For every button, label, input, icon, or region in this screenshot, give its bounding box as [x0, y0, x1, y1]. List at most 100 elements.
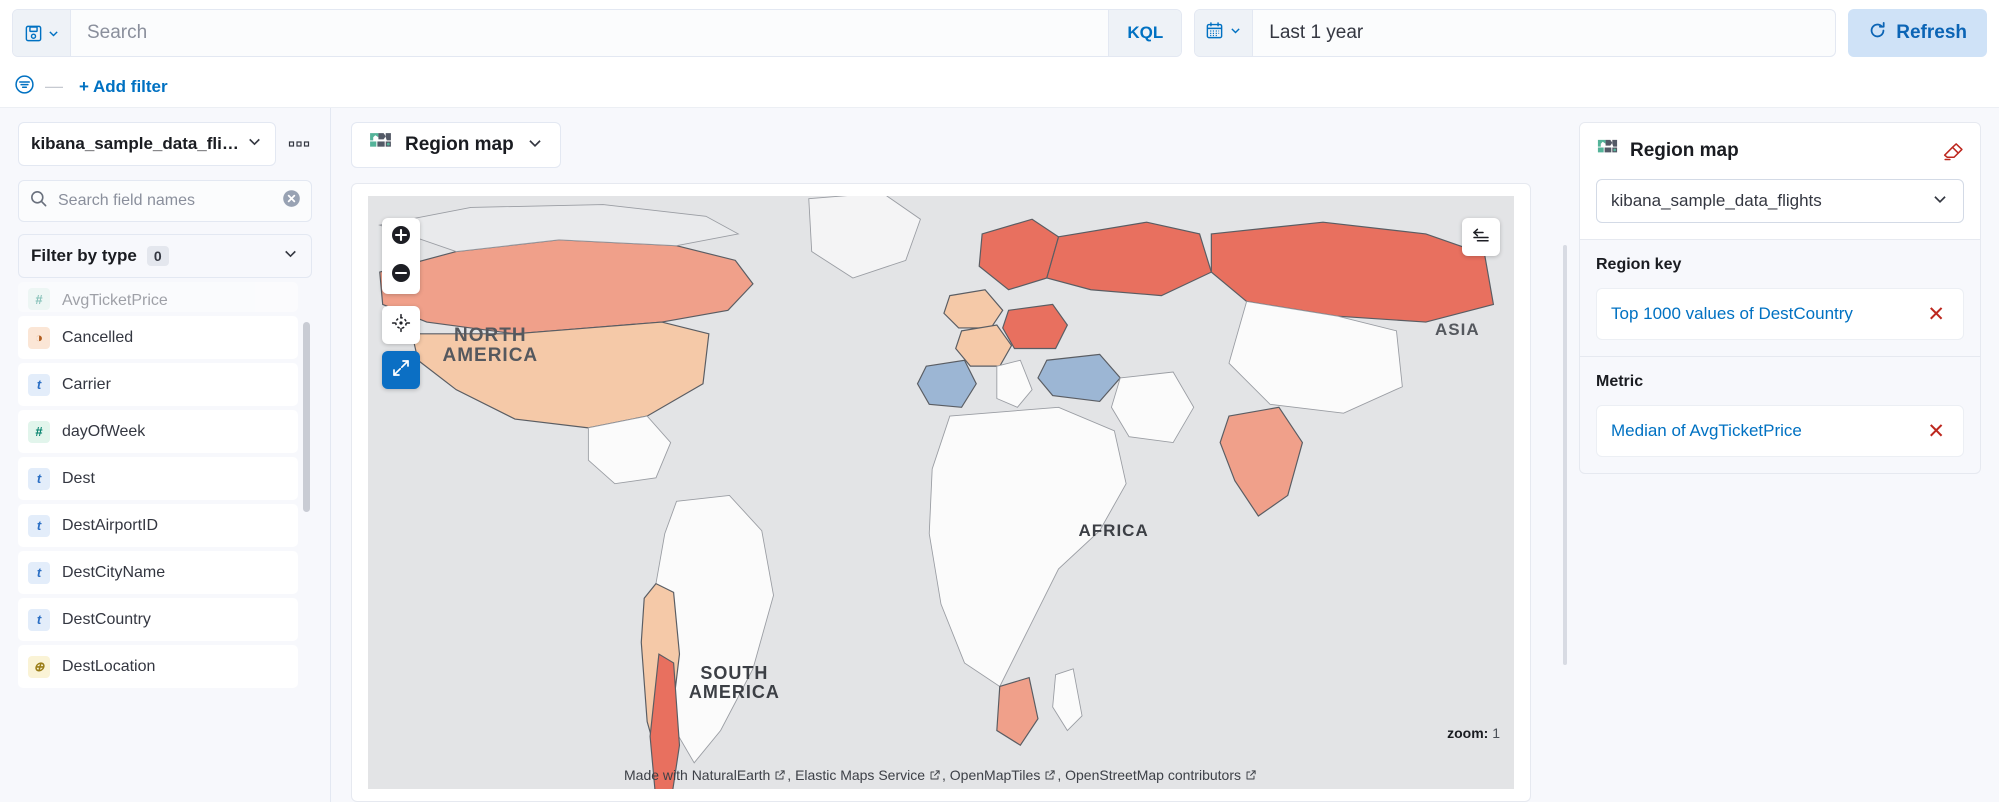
index-pattern-selector[interactable]: kibana_sample_data_flights — [18, 122, 276, 166]
region-germany-poland[interactable] — [1003, 304, 1068, 348]
field-type-number-icon: # — [28, 288, 50, 310]
config-card: Region map kibana_sample_data_flights — [1579, 122, 1981, 474]
filter-separator: — — [45, 76, 63, 97]
filter-bar: — + Add filter — [0, 66, 1999, 108]
locate-me-button[interactable] — [382, 306, 420, 344]
query-language-badge[interactable]: KQL — [1108, 10, 1181, 56]
region-map-icon — [1596, 137, 1619, 165]
chevron-down-icon — [1931, 190, 1949, 213]
chevron-down-icon — [282, 245, 299, 267]
add-filter-button[interactable]: + Add filter — [79, 77, 168, 97]
config-section: Metric Median of AvgTicketPrice✕ — [1580, 357, 1980, 473]
crosshair-icon — [390, 312, 412, 339]
search-icon — [29, 189, 48, 213]
zoom-label-prefix: zoom: — [1447, 725, 1488, 741]
attribution-link-openstreetmap-contributors[interactable]: OpenStreetMap contributors — [1065, 767, 1258, 783]
date-picker: Last 1 year — [1194, 9, 1836, 57]
panel-resize-rail — [1551, 108, 1579, 802]
refresh-label: Refresh — [1896, 22, 1967, 44]
map-card: NORTHAMERICA ASIA AFRICA SOUTHAMERICA — [351, 183, 1531, 802]
field-list-scrollbar[interactable] — [303, 322, 310, 512]
field-name-label: Cancelled — [62, 329, 133, 347]
field-item[interactable]: tDestAirportID — [18, 504, 298, 547]
field-item[interactable]: tDest — [18, 457, 298, 500]
search-input[interactable] — [71, 10, 1108, 56]
field-list[interactable]: # AvgTicketPrice ◑ Cancelled t Carrier # dayOfW… — [18, 282, 312, 802]
data-panel: kibana_sample_data_flights — [0, 108, 330, 802]
aggregation-label: Top 1000 values of DestCountry — [1611, 304, 1853, 324]
field-type-number-icon: # — [28, 421, 50, 443]
field-type-boolean-icon: ◑ — [28, 327, 50, 349]
attribution-link-elastic-maps-service[interactable]: Elastic Maps Service — [795, 767, 942, 783]
field-name-label: AvgTicketPrice — [62, 292, 168, 310]
clear-circle-icon[interactable] — [282, 189, 301, 213]
save-disk-icon — [24, 24, 43, 43]
field-item[interactable]: ◑ Cancelled — [18, 316, 298, 359]
map-locate-control — [382, 306, 420, 344]
calendar-icon — [1205, 21, 1224, 45]
refresh-button[interactable]: Refresh — [1848, 9, 1987, 57]
legend-toggle-button[interactable] — [1462, 218, 1500, 256]
search-bar: KQL — [12, 9, 1182, 57]
aggregation-chip[interactable]: Top 1000 values of DestCountry ✕ — [1596, 288, 1964, 340]
vis-type-selector[interactable]: Region map — [351, 122, 561, 168]
field-type-geo_point-icon: ⊕ — [28, 656, 50, 678]
field-type-string-icon: t — [28, 609, 50, 631]
plus-circle-icon — [390, 224, 412, 251]
field-type-string-icon: t — [28, 374, 50, 396]
field-item[interactable]: # AvgTicketPrice — [18, 282, 298, 312]
filter-by-type-label: Filter by type — [31, 246, 137, 266]
filter-by-type-button[interactable]: Filter by type 0 — [18, 234, 312, 278]
data-panel-actions-button[interactable] — [286, 129, 312, 159]
expand-diagonal-icon — [391, 358, 411, 383]
field-name-label: DestAirportID — [62, 517, 158, 535]
chevron-down-icon — [246, 133, 263, 155]
aggregation-chip[interactable]: Median of AvgTicketPrice✕ — [1596, 405, 1964, 457]
config-section: Region keyTop 1000 values of DestCountry… — [1580, 240, 1980, 357]
field-item[interactable]: ⊕DestLocation — [18, 645, 298, 688]
field-name-label: Dest — [62, 470, 95, 488]
time-range-display[interactable]: Last 1 year — [1253, 22, 1379, 44]
field-name-label: DestCityName — [62, 564, 165, 582]
config-title: Region map — [1630, 140, 1739, 162]
field-item[interactable]: tDestCountry — [18, 598, 298, 641]
world-choropleth-map[interactable] — [368, 196, 1514, 789]
attribution-link-openmaptiles[interactable]: OpenMapTiles — [950, 767, 1058, 783]
vis-type-label: Region map — [405, 134, 514, 156]
config-header: Region map kibana_sample_data_flights — [1580, 123, 1980, 240]
config-index-pattern-select[interactable]: kibana_sample_data_flights — [1596, 179, 1964, 223]
ellipsis-horizontal-icon — [288, 135, 310, 153]
field-search-input[interactable] — [58, 192, 272, 210]
refresh-icon — [1868, 21, 1887, 46]
remove-aggregation-button[interactable]: ✕ — [1923, 304, 1949, 325]
zoom-out-button[interactable] — [382, 256, 420, 294]
field-item[interactable]: # dayOfWeek — [18, 410, 298, 453]
region-map-icon — [368, 130, 393, 160]
chevron-down-icon — [1229, 24, 1242, 42]
query-bar: KQL Last 1 year — [0, 0, 1999, 66]
eraser-reset-icon[interactable] — [1941, 140, 1964, 163]
config-sections: Region keyTop 1000 values of DestCountry… — [1580, 240, 1980, 473]
map-zoom-controls — [382, 218, 420, 294]
field-item[interactable]: tDestCityName — [18, 551, 298, 594]
map-canvas[interactable]: NORTHAMERICA ASIA AFRICA SOUTHAMERICA — [368, 196, 1514, 789]
zoom-in-button[interactable] — [382, 218, 420, 256]
attribution-link-naturalearth[interactable]: Made with NaturalEarth — [624, 767, 787, 783]
zoom-level-value: 1 — [1492, 725, 1500, 741]
field-item[interactable]: t Carrier — [18, 363, 298, 406]
field-name-label: Carrier — [62, 376, 111, 394]
chevron-down-icon — [47, 27, 60, 40]
filter-funnel-icon[interactable] — [14, 74, 35, 100]
arrow-left-lines-icon — [1470, 224, 1492, 251]
field-name-label: dayOfWeek — [62, 423, 145, 441]
date-quick-select-button[interactable] — [1195, 10, 1253, 56]
saved-query-button[interactable] — [13, 10, 71, 56]
fullscreen-button[interactable] — [382, 351, 420, 389]
remove-aggregation-button[interactable]: ✕ — [1923, 421, 1949, 442]
config-index-pattern-label: kibana_sample_data_flights — [1611, 191, 1822, 211]
config-section-label: Metric — [1596, 373, 1964, 391]
panel-resize-handle[interactable] — [1563, 245, 1567, 665]
index-pattern-label: kibana_sample_data_flights — [31, 134, 246, 154]
visualization-panel: Region map — [331, 108, 1551, 802]
zoom-level-indicator: zoom: 1 — [1447, 725, 1500, 741]
